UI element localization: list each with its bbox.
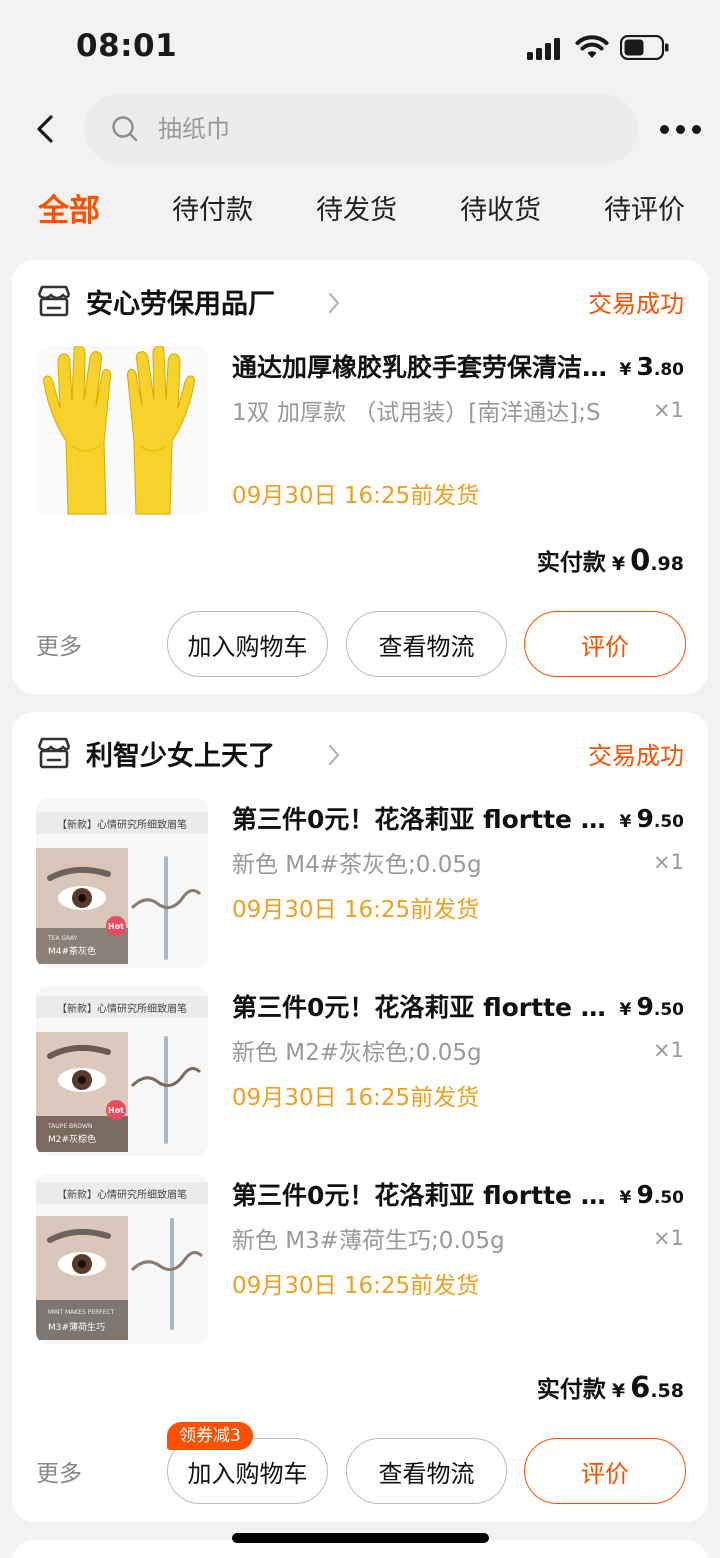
hot-tag: Hot — [108, 1106, 124, 1115]
color-name-cn: M2#灰棕色 — [48, 1133, 96, 1145]
order-actions: 更多 加入购物车 查看物流 评价 — [12, 611, 708, 677]
shop-header[interactable]: 安心劳保用品厂 交易成功 — [36, 282, 684, 322]
item-spec: 1双 加厚款 （试用装）[南洋通达];S — [232, 400, 601, 426]
item-spec: 新色 M3#薄荷生巧;0.05g — [232, 1228, 505, 1254]
product-image-gloves — [36, 346, 208, 516]
item-title: 通达加厚橡胶乳胶手套劳保清洁手套 — [232, 353, 612, 382]
item-ship-date: 09月30日 16:25前发货 — [232, 483, 480, 509]
item-price: ¥ 3.80 — [619, 352, 684, 381]
store-icon — [37, 737, 71, 769]
tab-pending-shipment[interactable]: 待发货 — [316, 188, 397, 227]
status-bar: 08:01 — [0, 0, 720, 90]
image-banner-text: 【新款】心情研究所细致眉笔 — [57, 1002, 187, 1015]
hot-tag: Hot — [108, 922, 124, 931]
battery-icon — [620, 35, 669, 60]
item-title: 第三件0元！花洛莉亚 flortte 细致眉笔 — [232, 1181, 612, 1210]
back-arrow-icon — [37, 115, 53, 143]
more-link[interactable]: 更多 — [36, 1454, 82, 1488]
item-quantity: ×1 — [653, 398, 684, 422]
product-image-eyebrow-pencil: 【新款】心情研究所细致眉笔 TEA GRAY M4#茶灰色 Hot — [36, 798, 208, 968]
color-name-en: TEA GRAY — [47, 935, 78, 942]
store-icon — [37, 285, 71, 317]
order-item[interactable]: 【新款】心情研究所细致眉笔 TEA GRAY M4#茶灰色 Hot 第三件0元！… — [36, 798, 684, 968]
image-banner-text: 【新款】心情研究所细致眉笔 — [57, 818, 187, 831]
color-name-cn: M3#薄荷生巧 — [48, 1321, 105, 1333]
shop-name: 利智少女上天了 — [86, 741, 275, 772]
status-time: 08:01 — [76, 28, 178, 64]
item-quantity: ×1 — [653, 850, 684, 874]
item-title: 第三件0元！花洛莉亚 flortte 细致眉笔 — [232, 993, 612, 1022]
item-title: 第三件0元！花洛莉亚 flortte 细致眉笔 — [232, 805, 612, 834]
search-box[interactable] — [84, 94, 638, 164]
item-quantity: ×1 — [653, 1226, 684, 1250]
color-swatch — [36, 1300, 128, 1340]
paid-amount: 实付款 ¥ 6.58 — [536, 1370, 684, 1404]
more-options-button[interactable] — [656, 113, 704, 145]
item-spec: 新色 M4#茶灰色;0.05g — [232, 852, 482, 878]
signal-icon — [527, 38, 563, 60]
paid-amount: 实付款 ¥ 0.98 — [536, 543, 684, 577]
tab-all[interactable]: 全部 — [38, 185, 100, 230]
color-name-en: TAUPE BROWN — [47, 1123, 92, 1130]
item-price: ¥ 9.50 — [619, 992, 684, 1021]
home-indicator — [232, 1533, 489, 1543]
review-button[interactable]: 评价 — [524, 611, 686, 677]
tab-pending-receipt[interactable]: 待收货 — [460, 188, 541, 227]
order-item[interactable]: 【新款】心情研究所细致眉笔 MINT MAKES PERFECT M3#薄荷生巧… — [36, 1174, 684, 1344]
coupon-badge: 领券减3 — [167, 1422, 253, 1450]
more-link[interactable]: 更多 — [36, 627, 82, 661]
item-quantity: ×1 — [653, 1038, 684, 1062]
order-item[interactable]: 通达加厚橡胶乳胶手套劳保清洁手套 1双 加厚款 （试用装）[南洋通达];S 09… — [36, 346, 684, 516]
chevron-right-icon — [328, 292, 340, 314]
tab-pending-review[interactable]: 待评价 — [604, 188, 685, 227]
item-ship-date: 09月30日 16:25前发货 — [232, 1273, 480, 1299]
product-image-eyebrow-pencil: 【新款】心情研究所细致眉笔 TAUPE BROWN M2#灰棕色 Hot — [36, 986, 208, 1156]
order-item[interactable]: 【新款】心情研究所细致眉笔 TAUPE BROWN M2#灰棕色 Hot 第三件… — [36, 986, 684, 1156]
item-ship-date: 09月30日 16:25前发货 — [232, 1085, 480, 1111]
color-name-en: MINT MAKES PERFECT — [48, 1309, 115, 1316]
product-image-eyebrow-pencil: 【新款】心情研究所细致眉笔 MINT MAKES PERFECT M3#薄荷生巧 — [36, 1174, 208, 1344]
shop-name: 安心劳保用品厂 — [86, 289, 275, 320]
view-logistics-button[interactable]: 查看物流 — [346, 1438, 507, 1504]
search-icon — [112, 116, 138, 142]
image-banner-text: 【新款】心情研究所细致眉笔 — [57, 1188, 187, 1201]
search-input[interactable] — [158, 94, 598, 164]
item-spec: 新色 M2#灰棕色;0.05g — [232, 1040, 482, 1066]
order-status: 交易成功 — [588, 290, 684, 318]
tab-pending-payment[interactable]: 待付款 — [172, 188, 253, 227]
item-ship-date: 09月30日 16:25前发货 — [232, 897, 480, 923]
add-to-cart-button[interactable]: 加入购物车 — [167, 611, 328, 677]
order-status: 交易成功 — [588, 742, 684, 770]
order-actions: 更多 加入购物车 领券减3 查看物流 评价 — [12, 1422, 708, 1504]
item-price: ¥ 9.50 — [619, 804, 684, 833]
wifi-icon — [575, 35, 609, 58]
chevron-right-icon — [328, 744, 340, 766]
item-price: ¥ 9.50 — [619, 1180, 684, 1209]
color-name-cn: M4#茶灰色 — [48, 945, 96, 957]
top-bar — [0, 93, 720, 165]
order-tabs: 全部 待付款 待发货 待收货 待评价 — [0, 188, 720, 244]
order-card: 安心劳保用品厂 交易成功 通达加厚橡胶乳胶手套劳保清洁手套 1双 加厚款 （试用… — [12, 260, 708, 694]
review-button[interactable]: 评价 — [524, 1438, 686, 1504]
color-swatch — [36, 1116, 128, 1152]
shop-header[interactable]: 利智少女上天了 交易成功 — [36, 734, 684, 774]
back-button[interactable] — [24, 107, 68, 151]
view-logistics-button[interactable]: 查看物流 — [346, 611, 507, 677]
order-card: 利智少女上天了 交易成功 【新款】心情研究所细致眉笔 TEA GRAY M4#茶… — [12, 712, 708, 1522]
